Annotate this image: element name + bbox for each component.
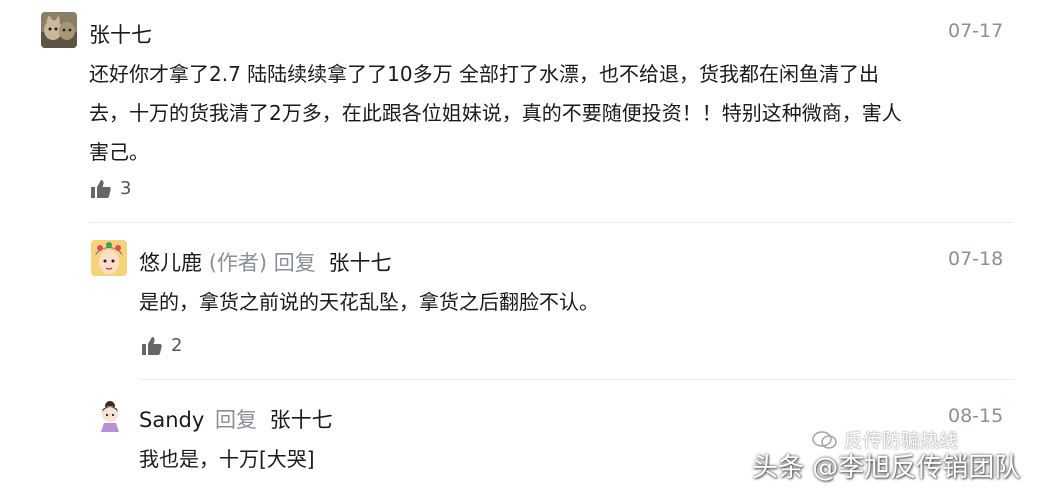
reply-word: 回复	[214, 408, 257, 432]
comment-text-line: 害己。	[89, 140, 149, 164]
reply-author[interactable]: Sandy	[139, 408, 204, 432]
opera-avatar-icon	[91, 240, 127, 276]
cat-avatar-icon	[41, 12, 77, 48]
reply-header: Sandy 回复 张十七	[139, 404, 333, 434]
reply-to-author[interactable]: 张十七	[328, 251, 391, 275]
avatar[interactable]	[91, 240, 127, 276]
author-tag: (作者)	[208, 251, 268, 275]
divider	[139, 379, 1014, 380]
reply-word: 回复	[273, 251, 316, 275]
reply-text: 是的，拿货之前说的天花乱坠，拿货之后翻脸不认。	[139, 290, 599, 314]
like-button[interactable]: 2	[141, 335, 182, 356]
comment-text-line: 还好你才拿了2.7 陆陆续续拿了了10多万 全部打了水漂，也不给退，货我都在闲鱼…	[89, 62, 879, 86]
comment-date: 07-17	[948, 20, 1004, 42]
comment-author[interactable]: 张十七	[89, 19, 152, 49]
reply-date: 08-15	[948, 405, 1004, 427]
comment-text: 还好你才拿了2.7 陆陆续续拿了了10多万 全部打了水漂，也不给退，货我都在闲鱼…	[89, 55, 1019, 172]
reply-text: 我也是，十万[大哭]	[139, 447, 315, 471]
reply-header: 悠儿鹿 (作者) 回复 张十七	[139, 247, 391, 277]
reply-to-author[interactable]: 张十七	[270, 408, 333, 432]
comment-text-line: 去，十万的货我清了2万多，在此跟各位姐妹说，真的不要随便投资！！特别这种微商，害…	[89, 101, 902, 125]
like-button[interactable]: 3	[90, 178, 131, 199]
divider	[89, 222, 1014, 223]
reply-date: 07-18	[948, 248, 1004, 270]
like-count: 3	[120, 178, 132, 199]
reply-author[interactable]: 悠儿鹿	[139, 251, 202, 275]
thumbs-up-icon	[91, 179, 111, 198]
like-count: 2	[171, 335, 183, 356]
watermark-main: 头条 @李旭反传销团队	[752, 453, 1021, 483]
girl-avatar-icon	[95, 398, 125, 432]
wechat-icon	[812, 430, 837, 449]
thumbs-up-icon	[142, 336, 162, 355]
avatar[interactable]	[41, 12, 77, 48]
avatar[interactable]	[95, 398, 125, 432]
